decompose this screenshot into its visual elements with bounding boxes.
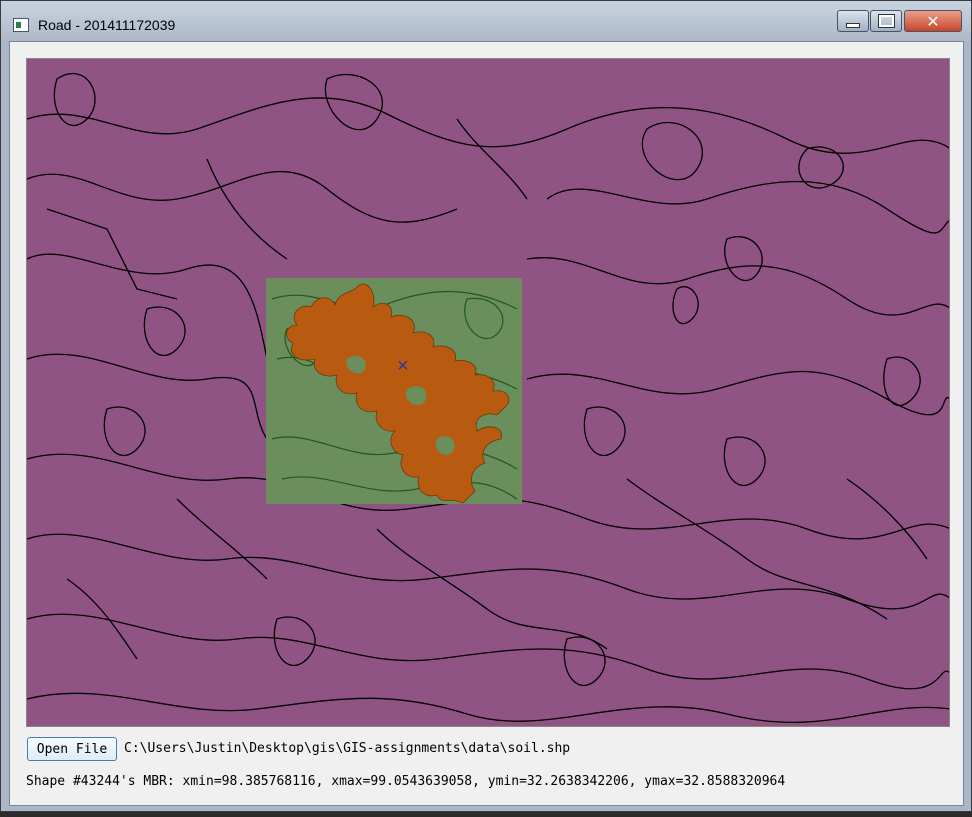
file-path-label: C:\Users\Justin\Desktop\gis\GIS-assignme… — [124, 741, 571, 756]
maximize-button[interactable] — [870, 10, 902, 32]
map-svg: × — [27, 72, 949, 724]
window-title: Road - 201411172039 — [38, 17, 176, 33]
app-icon — [13, 18, 29, 32]
shape-center-marker: × — [397, 355, 409, 377]
minimize-button[interactable] — [837, 10, 869, 32]
open-file-button[interactable]: Open File — [27, 737, 117, 761]
map-canvas[interactable]: × — [26, 58, 950, 727]
maximize-icon — [877, 14, 895, 28]
close-icon: ✕ — [926, 11, 940, 31]
close-button[interactable]: ✕ — [904, 10, 962, 32]
client-area: × Open File C:\Users\Justin\Desktop\gis\… — [9, 41, 964, 806]
minimize-icon — [846, 22, 860, 28]
app-window: Road - 201411172039 ✕ × Open File C:\Use… — [0, 0, 972, 812]
title-bar[interactable]: Road - 201411172039 ✕ — [1, 1, 971, 41]
mbr-status-text: Shape #43244's MBR: xmin=98.385768116, x… — [26, 774, 786, 789]
